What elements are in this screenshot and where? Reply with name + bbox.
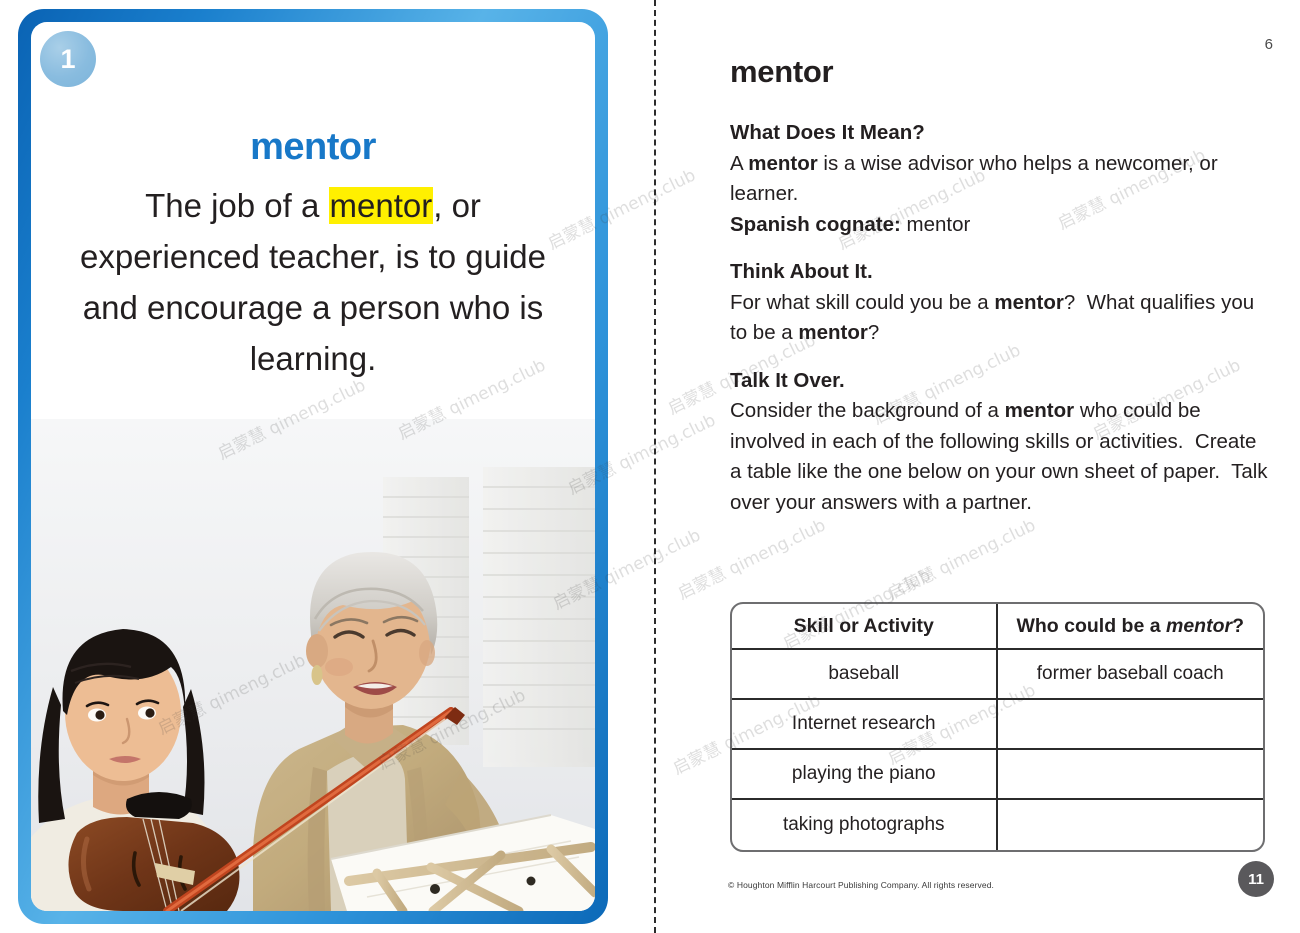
header-who-post: ?: [1232, 614, 1244, 637]
cell-who[interactable]: [997, 700, 1263, 750]
table-header-row: Skill or Activity Who could be a mentor?: [732, 604, 1263, 650]
skill-table-container: Skill or Activity Who could be a mentor?…: [730, 602, 1265, 852]
header-who-italic-word: mentor: [1165, 614, 1233, 637]
page-divider: [654, 0, 656, 933]
section-text-think-1: For what skill could you be a mentor? Wh…: [730, 290, 1255, 345]
folio-page-badge: 11: [1238, 861, 1274, 897]
table-row: Internet research: [732, 700, 1263, 750]
definition-pre-text: The job of a: [145, 187, 329, 224]
cell-skill: Internet research: [732, 700, 998, 750]
section-text-meaning-1: A mentor is a wise advisor who helps a n…: [730, 151, 1218, 206]
card-inner-surface: 1 mentor The job of a mentor, or experie…: [31, 22, 595, 911]
table-row: taking photographs: [732, 800, 1263, 850]
cell-skill: baseball: [732, 650, 998, 700]
cell-skill: taking photographs: [732, 800, 998, 850]
table-row: playing the piano: [732, 750, 1263, 800]
section-heading-think-about-it: Think About It.: [730, 260, 873, 283]
table-row: baseball former baseball coach: [732, 650, 1263, 700]
section-text-talk-1: Consider the background of a mentor who …: [730, 399, 1268, 514]
table-body: Skill or Activity Who could be a mentor?…: [732, 604, 1263, 850]
skill-activity-table: Skill or Activity Who could be a mentor?…: [730, 602, 1265, 852]
card-number-badge: 1: [40, 31, 96, 87]
cell-skill: playing the piano: [732, 750, 998, 800]
photo-illustration: [31, 419, 595, 911]
workbook-page: 6 mentor What Does It Mean? A mentor is …: [660, 0, 1300, 933]
copyright-notice: © Houghton Mifflin Harcourt Publishing C…: [728, 880, 994, 890]
vocabulary-flash-card: 1 mentor The job of a mentor, or experie…: [18, 9, 608, 924]
section-heading-what-does-it-mean: What Does It Mean?: [730, 121, 925, 144]
card-vocabulary-word: mentor: [250, 126, 376, 168]
definition-highlighted-word: mentor: [328, 187, 434, 224]
card-definition: The job of a mentor, or experienced teac…: [31, 180, 595, 384]
folio-top: 6: [1264, 36, 1273, 53]
card-photograph: [31, 419, 595, 911]
cell-who[interactable]: [998, 800, 1264, 850]
cell-who[interactable]: former baseball coach: [997, 650, 1263, 700]
column-header-who: Who could be a mentor?: [997, 604, 1263, 650]
column-header-skill: Skill or Activity: [732, 604, 998, 650]
page-body: What Does It Mean? A mentor is a wise ad…: [730, 118, 1270, 518]
section-heading-talk-it-over: Talk It Over.: [730, 368, 845, 392]
cell-who[interactable]: [997, 750, 1263, 800]
header-who-pre: Who could be a: [1016, 614, 1166, 637]
section-text-meaning-2: Spanish cognate: mentor: [730, 212, 971, 236]
page-title: mentor: [730, 54, 834, 89]
